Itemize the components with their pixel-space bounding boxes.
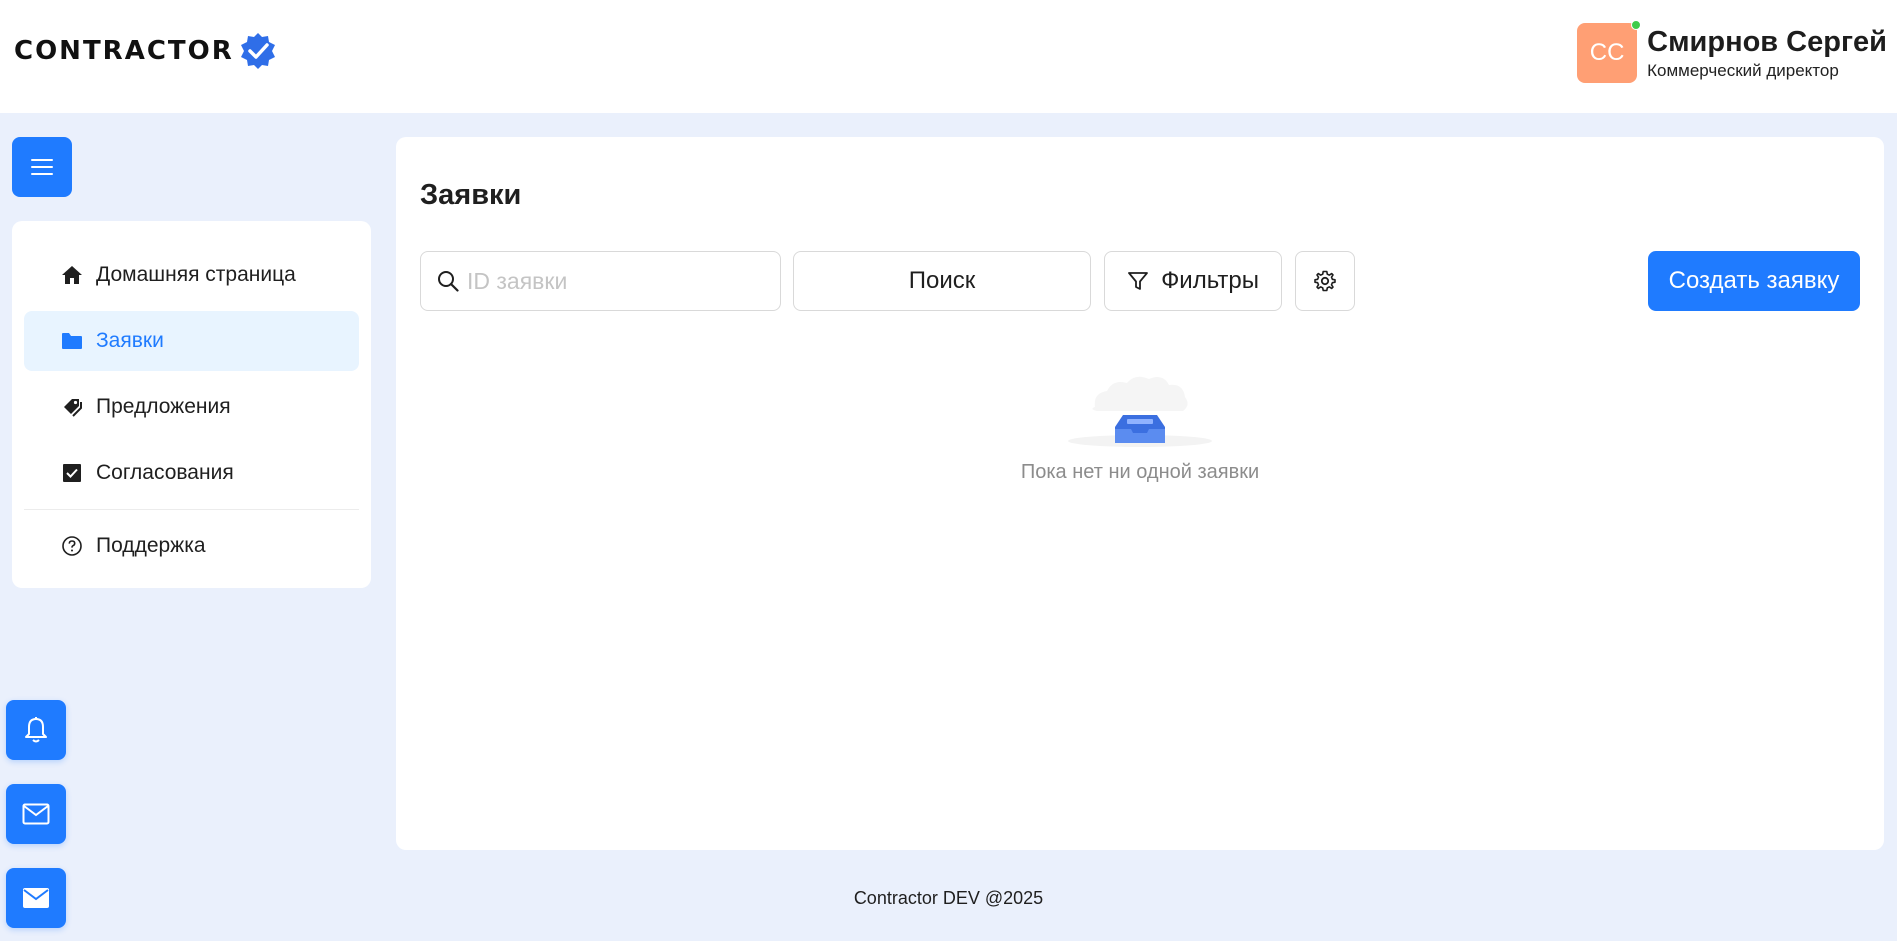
main-panel: Заявки Поиск Фильтры Создать заявку xyxy=(396,137,1884,850)
user-role: Коммерческий директор xyxy=(1647,61,1839,80)
verified-badge-icon xyxy=(240,33,275,69)
search-button-label: Поиск xyxy=(908,267,976,294)
checkbox-icon xyxy=(60,461,84,485)
sidebar-item-requests[interactable]: Заявки xyxy=(24,311,359,371)
gear-icon xyxy=(1314,270,1336,292)
avatar-initials: CC xyxy=(1589,39,1625,66)
empty-inbox-icon xyxy=(1068,376,1212,447)
sidebar-item-label: Предложения xyxy=(96,395,231,418)
create-request-label: Создать заявку xyxy=(1668,267,1840,294)
empty-state: Пока нет ни одной заявки xyxy=(396,369,1884,484)
search-input[interactable] xyxy=(467,267,767,295)
search-icon xyxy=(438,271,459,292)
user-info: Смирнов Сергей Коммерческий директор xyxy=(1647,25,1887,81)
online-status-dot xyxy=(1631,20,1642,30)
menu-toggle-button[interactable] xyxy=(12,137,72,197)
sidebar-item-label: Согласования xyxy=(96,461,234,484)
user-name: Смирнов Сергей xyxy=(1647,26,1887,58)
tags-icon xyxy=(60,395,84,419)
logo[interactable]: CONTRACTOR xyxy=(14,31,278,71)
help-circle-icon xyxy=(60,534,84,558)
search-field[interactable] xyxy=(420,251,781,311)
sidebar-item-label: Поддержка xyxy=(96,534,206,557)
sidebar-item-label: Заявки xyxy=(96,329,164,352)
page-title: Заявки xyxy=(420,179,522,211)
sidebar-divider xyxy=(24,509,359,510)
top-header: CONTRACTOR CC Смирнов Сергей Коммерчески… xyxy=(0,0,1897,113)
mail-outline-icon xyxy=(22,803,50,825)
sidebar-item-label: Домашняя страница xyxy=(96,263,296,286)
sidebar-item-approvals[interactable]: Согласования xyxy=(24,443,359,503)
filters-button[interactable]: Фильтры xyxy=(1104,251,1282,311)
empty-state-text: Пока нет ни одной заявки xyxy=(1020,461,1260,483)
create-request-button[interactable]: Создать заявку xyxy=(1648,251,1860,311)
avatar[interactable]: CC xyxy=(1577,20,1642,83)
home-icon xyxy=(60,263,84,287)
sidebar-item-home[interactable]: Домашняя страница xyxy=(24,245,359,305)
bell-icon xyxy=(25,717,47,743)
notifications-button[interactable] xyxy=(6,700,66,760)
settings-button[interactable] xyxy=(1295,251,1355,311)
filters-button-label: Фильтры xyxy=(1161,267,1259,294)
sidebar-nav: Домашняя страница Заявки Предложения Сог… xyxy=(12,221,371,588)
footer-text: Contractor DEV @2025 xyxy=(853,888,1044,908)
user-profile[interactable]: CC Смирнов Сергей Коммерческий директор xyxy=(1577,20,1887,83)
hamburger-icon xyxy=(31,159,53,175)
sidebar-item-offers[interactable]: Предложения xyxy=(24,377,359,437)
messages-button[interactable] xyxy=(6,784,66,844)
search-button[interactable]: Поиск xyxy=(793,251,1091,311)
sidebar-item-support[interactable]: Поддержка xyxy=(24,516,359,576)
logo-text: CONTRACTOR xyxy=(14,36,234,66)
folder-icon xyxy=(60,329,84,353)
filter-icon xyxy=(1128,272,1148,290)
